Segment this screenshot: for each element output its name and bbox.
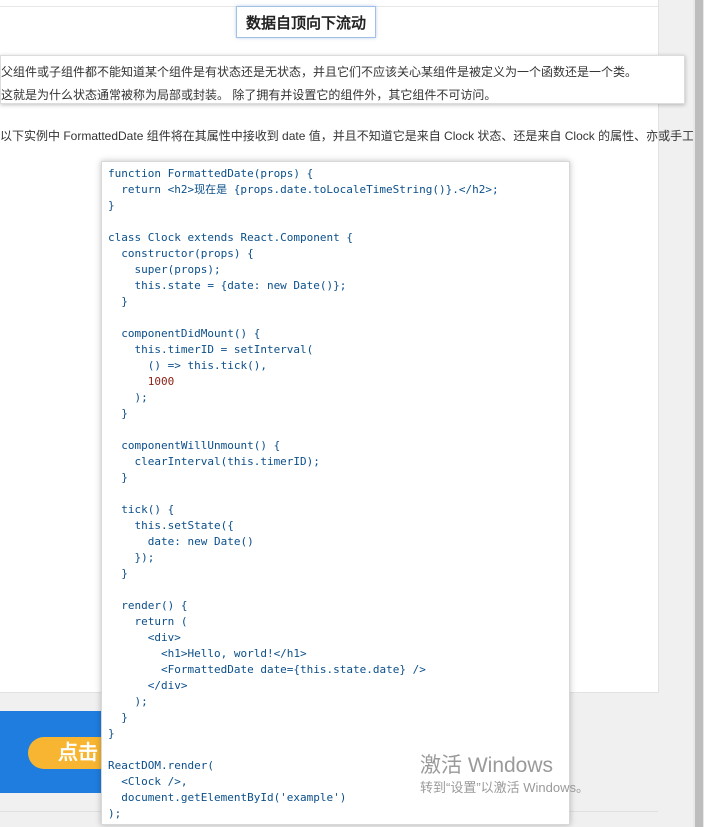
code-line: <FormattedDate date={this.state.date} /> bbox=[108, 663, 426, 676]
code-line: render() { bbox=[108, 599, 188, 612]
code-line: <Clock />, bbox=[108, 775, 188, 788]
code-line: <div> bbox=[108, 631, 181, 644]
code-line: 1000 bbox=[108, 375, 175, 388]
code-line: ); bbox=[108, 695, 148, 708]
code-line: <h1>Hello, world!</h1> bbox=[108, 647, 307, 660]
code-line: return <h2>现在是 {props.date.toLocaleTimeS… bbox=[108, 183, 499, 196]
activation-watermark-title: 激活 Windows bbox=[420, 754, 554, 777]
activation-watermark-subtitle: 转到“设置”以激活 Windows。 bbox=[420, 780, 590, 795]
code-line: function FormattedDate(props) { bbox=[108, 167, 314, 180]
section-heading: 数据自顶向下流动 bbox=[236, 6, 376, 38]
code-line: return ( bbox=[108, 615, 188, 628]
scrollbar-thumb[interactable] bbox=[695, 0, 703, 827]
code-line: </div> bbox=[108, 679, 188, 692]
code-line: } bbox=[108, 567, 128, 580]
code-line: constructor(props) { bbox=[108, 247, 254, 260]
note-callout: 父组件或子组件都不能知道某个组件是有状态还是无状态，并且它们不应该关心某组件是被… bbox=[0, 55, 685, 104]
code-line: clearInterval(this.timerID); bbox=[108, 455, 320, 468]
code-line: () => this.tick(), bbox=[108, 359, 267, 372]
code-line: super(props); bbox=[108, 263, 221, 276]
code-line: ); bbox=[108, 807, 122, 820]
code-line: ); bbox=[108, 391, 148, 404]
code-line: this.setState({ bbox=[108, 519, 234, 532]
note-text-line-2: 这就是为什么状态通常被称为局部或封装。 除了拥有并设置它的组件外，其它组件不可访… bbox=[1, 88, 497, 102]
code-line: } bbox=[108, 295, 128, 308]
note-text-line-1: 父组件或子组件都不能知道某个组件是有状态还是无状态，并且它们不应该关心某组件是被… bbox=[1, 65, 638, 79]
code-line: } bbox=[108, 711, 128, 724]
code-line: this.state = {date: new Date()}; bbox=[108, 279, 347, 292]
code-line: this.timerID = setInterval( bbox=[108, 343, 314, 356]
promo-banner[interactable]: 点击 bbox=[0, 711, 102, 793]
code-line: } bbox=[108, 199, 115, 212]
intro-paragraph: 以下实例中 FormattedDate 组件将在其属性中接收到 date 值，并… bbox=[0, 129, 704, 143]
code-line: tick() { bbox=[108, 503, 175, 516]
code-line: class Clock extends React.Component { bbox=[108, 231, 354, 244]
code-line: } bbox=[108, 727, 115, 740]
code-line: componentDidMount() { bbox=[108, 327, 261, 340]
code-line: } bbox=[108, 471, 128, 484]
code-line: date: new Date() bbox=[108, 535, 254, 548]
code-line: }); bbox=[108, 551, 155, 564]
code-line: componentWillUnmount() { bbox=[108, 439, 281, 452]
code-line: document.getElementById('example') bbox=[108, 791, 347, 804]
code-example-panel: function FormattedDate(props) { return <… bbox=[101, 161, 570, 825]
code-line: ReactDOM.render( bbox=[108, 759, 214, 772]
code-line: } bbox=[108, 407, 128, 420]
promo-click-button[interactable]: 点击 bbox=[28, 737, 102, 769]
